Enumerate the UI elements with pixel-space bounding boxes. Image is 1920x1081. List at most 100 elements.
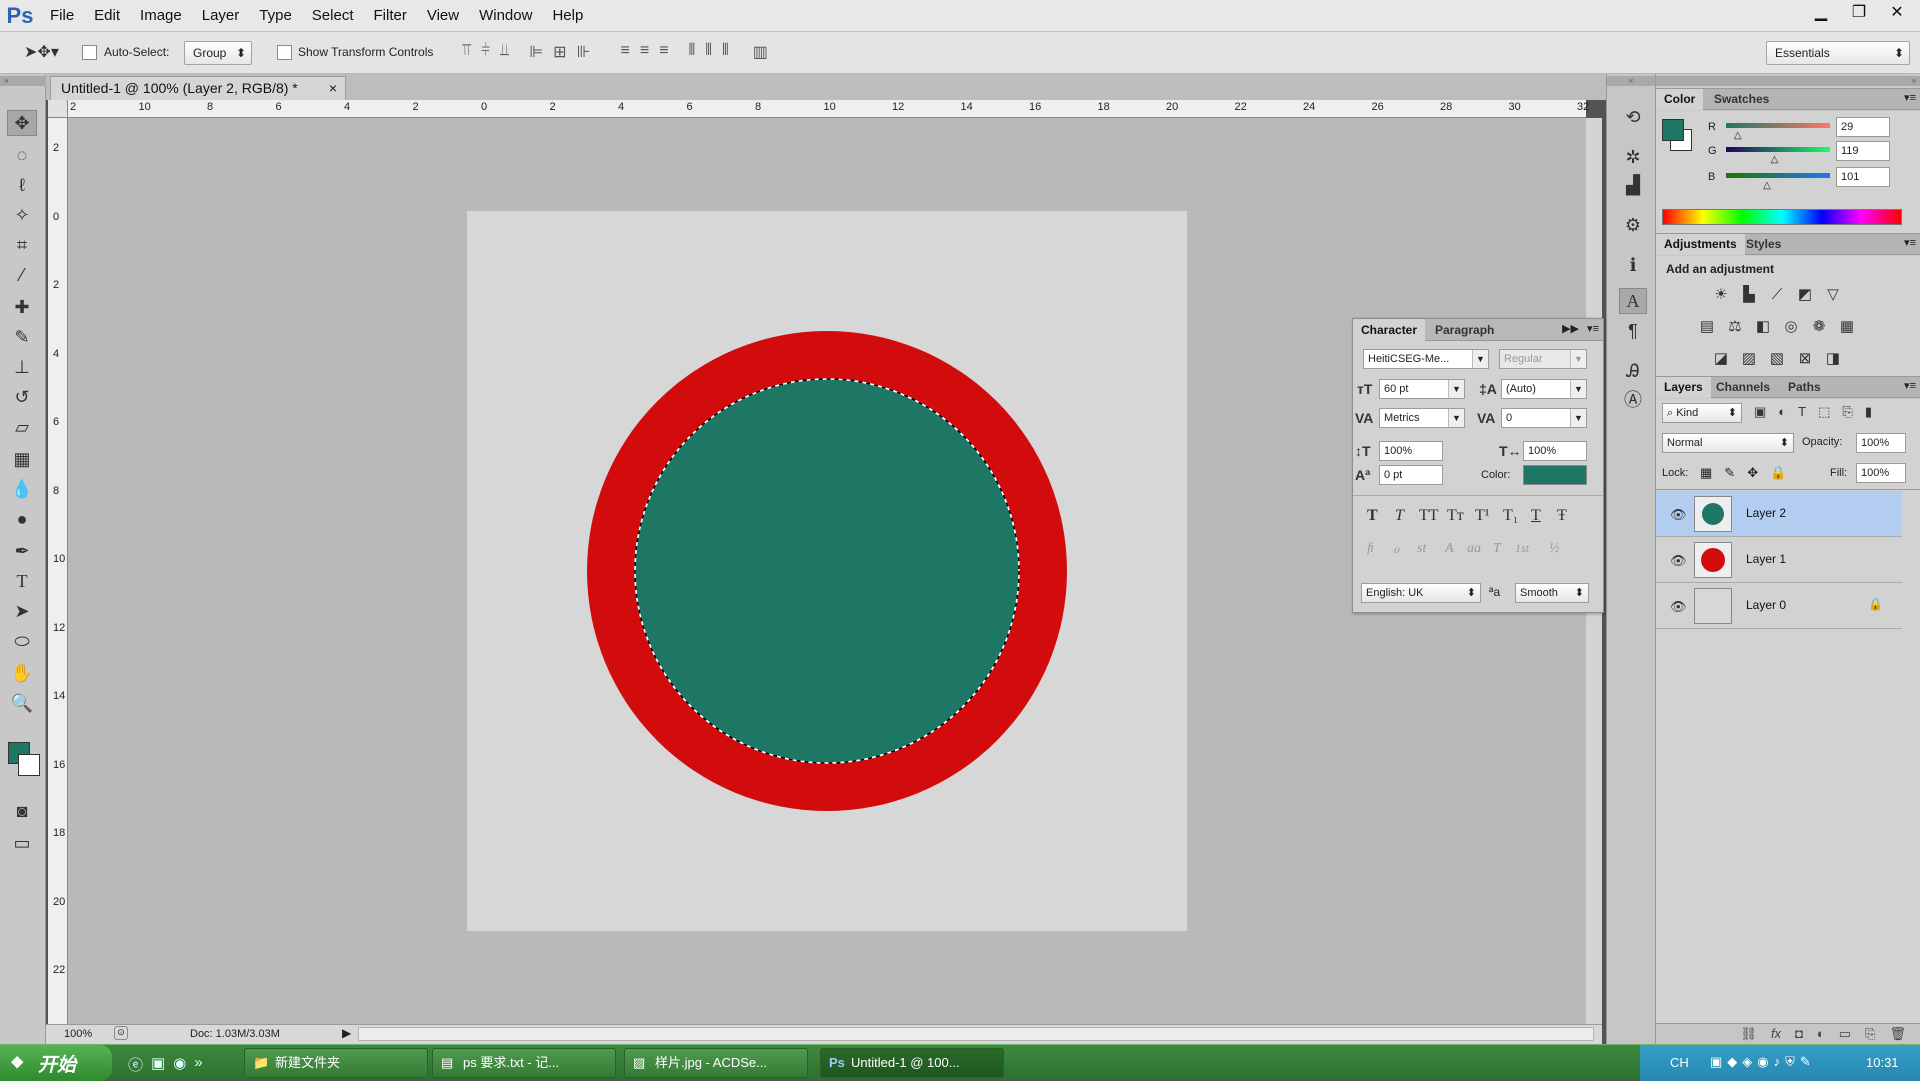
filter-pixel-icon[interactable]: ▣ — [1754, 404, 1766, 420]
invert-icon[interactable]: ◪ — [1710, 348, 1732, 368]
curves-icon[interactable]: ⟋ — [1766, 284, 1788, 304]
tab-color[interactable]: Color — [1656, 89, 1704, 110]
blue-value-field[interactable]: 101 — [1836, 167, 1890, 187]
underline-button[interactable]: T — [1531, 507, 1541, 525]
adjustments-panel-menu-icon[interactable]: ▾≡ — [1904, 236, 1916, 249]
leading-field[interactable]: (Auto) ▼ — [1501, 379, 1587, 399]
path-select-tool-icon[interactable]: ➤ — [7, 598, 37, 624]
tab-layers[interactable]: Layers — [1656, 377, 1711, 398]
close-document-icon[interactable]: × — [329, 77, 337, 99]
distribute-right-icon[interactable]: ⫴ — [722, 42, 729, 62]
font-size-field[interactable]: 60 pt ▼ — [1379, 379, 1465, 399]
lasso-tool-icon[interactable]: ℓ — [7, 172, 37, 198]
close-button[interactable]: ✕ — [1880, 0, 1914, 24]
color-lookup-icon[interactable]: ▦ — [1836, 316, 1858, 336]
horizontal-scrollbar[interactable] — [358, 1027, 1594, 1041]
visibility-eye-icon[interactable]: 👁 — [1670, 553, 1687, 569]
red-slider[interactable] — [1726, 123, 1830, 128]
restore-button[interactable]: ❐ — [1842, 0, 1876, 24]
strip-collapse-icon[interactable]: « — [1607, 76, 1655, 86]
superscript-button[interactable]: T¹ — [1475, 507, 1490, 525]
gradient-tool-icon[interactable]: ▦ — [7, 446, 37, 472]
menu-filter[interactable]: Filter — [364, 0, 417, 32]
threshold-icon[interactable]: ▧ — [1766, 348, 1788, 368]
paragraph-panel-icon[interactable]: ¶ — [1619, 318, 1647, 344]
layer-row-layer-1[interactable]: 👁 Layer 1 — [1656, 537, 1902, 583]
auto-select-checkbox[interactable] — [82, 45, 97, 60]
anti-alias-dropdown[interactable]: Smooth ⬍ — [1515, 583, 1589, 603]
layers-panel-menu-icon[interactable]: ▾≡ — [1904, 379, 1916, 392]
fx-icon[interactable]: fx — [1771, 1024, 1781, 1044]
taskbar-item-folder[interactable]: 📁 新建文件夹 — [244, 1048, 428, 1078]
distribute-hcenter-icon[interactable]: ⫴ — [705, 42, 712, 62]
background-color-swatch[interactable] — [18, 754, 40, 776]
filter-adjustment-icon[interactable]: ◐ — [1778, 404, 1786, 420]
histogram-panel-icon[interactable]: ▟ — [1619, 172, 1647, 198]
transform-controls-checkbox[interactable] — [277, 45, 292, 60]
quick-launch-browser-icon[interactable]: ◉ — [173, 1054, 186, 1075]
screen-mode-icon[interactable]: ▭ — [7, 830, 37, 856]
text-color-swatch[interactable] — [1523, 465, 1587, 485]
menu-layer[interactable]: Layer — [192, 0, 250, 32]
healing-brush-tool-icon[interactable]: ✚ — [7, 294, 37, 320]
document-canvas[interactable] — [467, 211, 1187, 931]
foreground-color-chip[interactable] — [1662, 119, 1684, 141]
move-tool-preset-icon[interactable]: ➤✥▾ — [24, 42, 59, 62]
info-panel-icon[interactable]: ℹ — [1619, 252, 1647, 278]
hand-tool-icon[interactable]: ✋ — [7, 660, 37, 686]
black-white-icon[interactable]: ◧ — [1752, 316, 1774, 336]
menu-help[interactable]: Help — [542, 0, 593, 32]
tray-antivirus-icon[interactable]: ◆ — [1727, 1054, 1737, 1070]
align-left-icon[interactable]: ⊫ — [529, 42, 543, 62]
distribute-bottom-icon[interactable]: ≡ — [659, 42, 668, 62]
levels-icon[interactable]: ▙ — [1738, 284, 1760, 304]
tray-ime-icon[interactable]: ✎ — [1800, 1054, 1811, 1070]
vertical-scale-field[interactable]: 100% — [1379, 441, 1443, 461]
layer-filter-dropdown[interactable]: ⌕ Kind ⬍ — [1662, 403, 1742, 423]
actions-panel-icon[interactable]: ✲ — [1619, 144, 1647, 170]
quick-select-tool-icon[interactable]: ✧ — [7, 202, 37, 228]
red-slider-thumb[interactable]: △ — [1734, 130, 1742, 141]
font-style-dropdown[interactable]: Regular ▼ — [1499, 349, 1587, 369]
auto-align-icon[interactable]: ▥ — [753, 42, 768, 62]
hue-saturation-icon[interactable]: ▤ — [1696, 316, 1718, 336]
tray-app-icon[interactable]: ◉ — [1757, 1054, 1768, 1070]
lock-all-icon[interactable]: 🔒 — [1770, 465, 1786, 481]
distribute-vcenter-icon[interactable]: ≡ — [640, 42, 649, 62]
zoom-level[interactable]: 100% — [64, 1028, 92, 1040]
brush-tool-icon[interactable]: ✎ — [7, 324, 37, 350]
blur-tool-icon[interactable]: 💧 — [7, 476, 37, 502]
tray-update-icon[interactable]: ◈ — [1742, 1054, 1752, 1070]
menu-window[interactable]: Window — [469, 0, 542, 32]
filter-type-icon[interactable]: T — [1798, 404, 1806, 420]
eraser-tool-icon[interactable]: ▱ — [7, 414, 37, 440]
blue-slider-thumb[interactable]: △ — [1763, 180, 1771, 191]
swash-button[interactable]: A — [1445, 541, 1454, 557]
color-panel-menu-icon[interactable]: ▾≡ — [1904, 91, 1916, 104]
menu-edit[interactable]: Edit — [84, 0, 130, 32]
tab-swatches[interactable]: Swatches — [1706, 89, 1777, 110]
align-top-icon[interactable]: ⫪ — [462, 42, 471, 62]
discretionary-ligatures-button[interactable]: aa — [1467, 541, 1481, 557]
opacity-field[interactable]: 100% — [1856, 433, 1906, 453]
visibility-eye-icon[interactable]: 👁 — [1670, 507, 1687, 523]
baseline-shift-field[interactable]: 0 pt — [1379, 465, 1443, 485]
brightness-contrast-icon[interactable]: ☀ — [1710, 284, 1732, 304]
ruler-origin[interactable] — [48, 100, 68, 118]
color-balance-icon[interactable]: ⚖ — [1724, 316, 1746, 336]
exposure-icon[interactable]: ◩ — [1794, 284, 1816, 304]
subscript-button[interactable]: T₁ — [1503, 507, 1518, 525]
paragraph-styles-icon[interactable]: Ⓐ — [1619, 386, 1647, 412]
properties-panel-icon[interactable]: ⚙ — [1619, 212, 1647, 238]
green-value-field[interactable]: 119 — [1836, 141, 1890, 161]
dodge-tool-icon[interactable]: ● — [7, 506, 37, 532]
tab-adjustments[interactable]: Adjustments — [1656, 234, 1745, 255]
taskbar-item-notepad[interactable]: ▤ ps 要求.txt - 记... — [432, 1048, 616, 1078]
move-tool-icon[interactable]: ✥ — [7, 110, 37, 136]
menu-view[interactable]: View — [417, 0, 469, 32]
horizontal-scale-field[interactable]: 100% — [1523, 441, 1587, 461]
distribute-left-icon[interactable]: ⫴ — [689, 42, 696, 62]
filter-toggle-icon[interactable]: ▮ — [1865, 404, 1872, 420]
document-tab[interactable]: Untitled-1 @ 100% (Layer 2, RGB/8) * × — [50, 76, 346, 100]
language-indicator[interactable]: CH — [1670, 1055, 1689, 1070]
